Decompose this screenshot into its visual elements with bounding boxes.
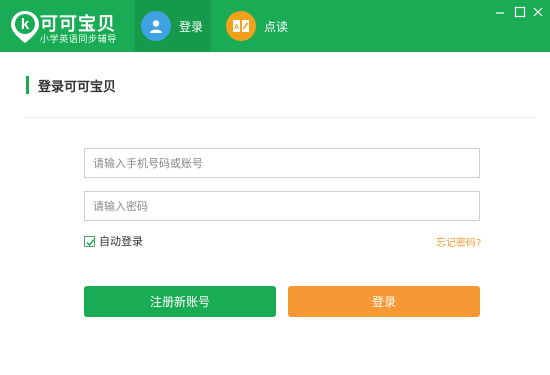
tab-login-label: 登录 bbox=[179, 19, 204, 34]
title-bar: k 可可宝贝 小学英语同步辅导 登录 A 点读 bbox=[0, 0, 550, 52]
heading-accent-bar bbox=[26, 76, 29, 94]
login-button[interactable]: 登录 bbox=[288, 286, 480, 317]
close-icon[interactable] bbox=[532, 6, 544, 18]
register-button[interactable]: 注册新账号 bbox=[84, 286, 276, 317]
account-input[interactable] bbox=[85, 149, 479, 177]
tab-login[interactable]: 登录 bbox=[135, 0, 211, 52]
minimize-icon[interactable] bbox=[494, 6, 506, 18]
auto-login-checkbox[interactable] bbox=[84, 235, 95, 247]
check-icon bbox=[86, 238, 95, 246]
divider bbox=[26, 117, 536, 118]
app-logo-icon: k bbox=[11, 11, 39, 43]
app-logo-letter: k bbox=[21, 16, 30, 33]
tab-read[interactable]: A 点读 bbox=[220, 0, 300, 52]
app-subtitle: 小学英语同步辅导 bbox=[40, 35, 117, 45]
auto-login-option[interactable]: 自动登录 bbox=[84, 233, 143, 249]
svg-text:A: A bbox=[234, 24, 239, 31]
account-field[interactable] bbox=[84, 148, 480, 178]
user-icon bbox=[141, 11, 171, 41]
auto-login-label: 自动登录 bbox=[99, 235, 143, 248]
password-input[interactable] bbox=[85, 192, 479, 220]
password-field[interactable] bbox=[84, 191, 480, 221]
read-icon: A bbox=[226, 11, 256, 41]
tab-read-label: 点读 bbox=[264, 19, 289, 34]
maximize-icon[interactable] bbox=[514, 6, 526, 18]
forgot-password-link[interactable]: 忘记密码? bbox=[436, 234, 481, 249]
page-title: 登录可可宝贝 bbox=[38, 80, 117, 95]
